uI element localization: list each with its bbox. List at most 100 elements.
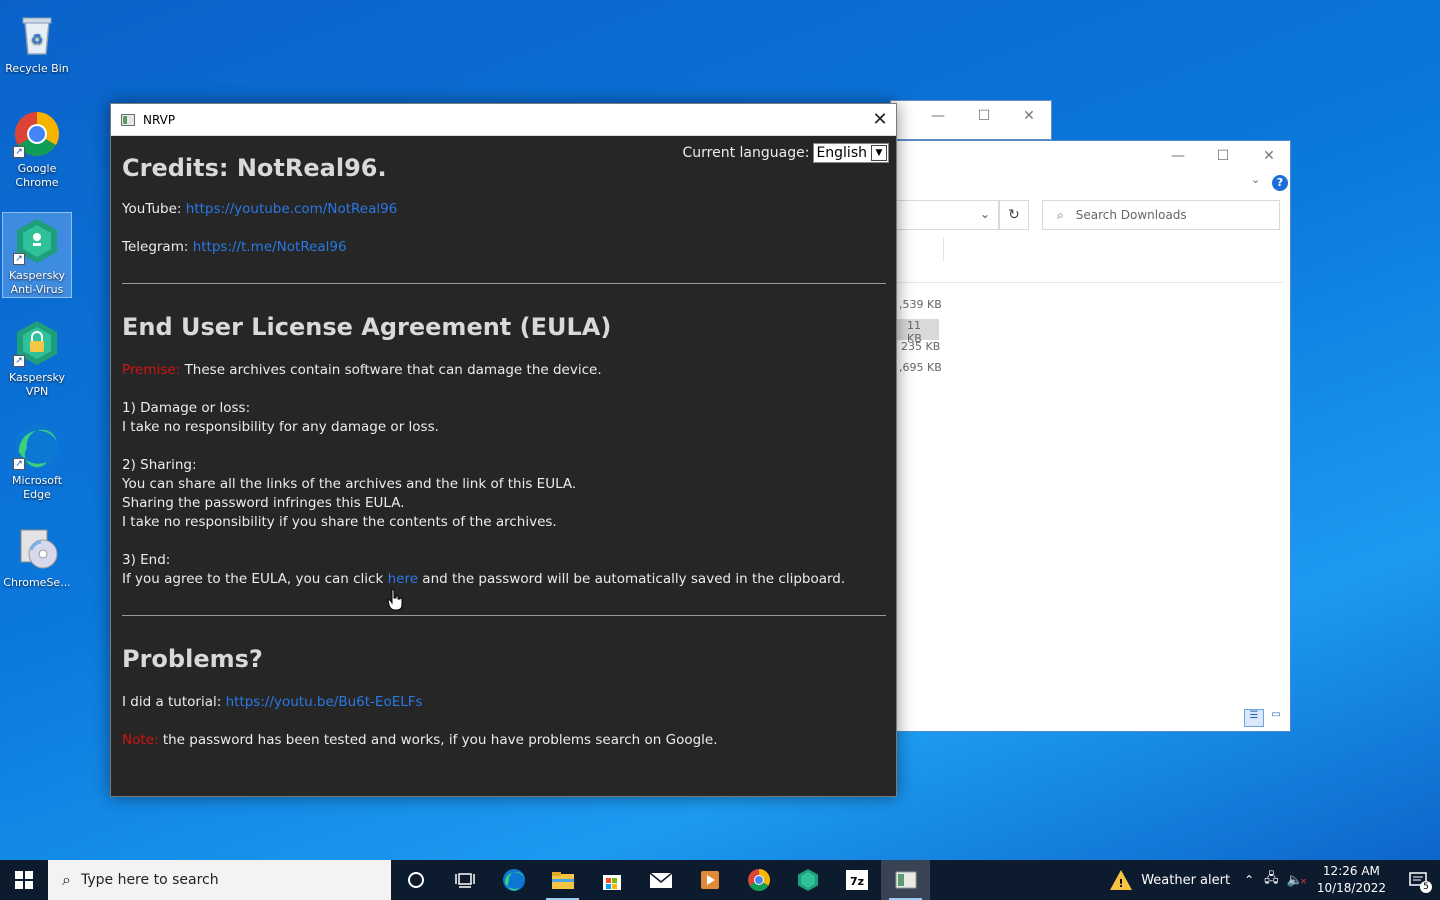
desktop-icon-recycle-bin[interactable]: ♻ Recycle Bin xyxy=(2,6,72,76)
kaspersky-taskbar-icon[interactable] xyxy=(783,860,832,900)
section-damage-text: I take no responsibility for any damage … xyxy=(122,419,439,435)
divider xyxy=(122,615,886,616)
chrome-taskbar-icon[interactable] xyxy=(734,860,783,900)
desktop-icon-kaspersky-vpn[interactable]: ↗ Kaspersky VPN xyxy=(2,315,72,399)
desktop-icon-google-chrome[interactable]: ↗ Google Chrome xyxy=(2,106,72,190)
window-title: NRVP xyxy=(143,112,176,127)
desktop-icon-chromesetup[interactable]: ChromeSe... xyxy=(2,520,72,590)
edge-taskbar-icon[interactable] xyxy=(489,860,538,900)
clock-date: 10/18/2022 xyxy=(1316,881,1386,895)
minimize-icon[interactable]: — xyxy=(1155,141,1201,171)
section-damage-title: 1) Damage or loss: xyxy=(122,400,251,416)
search-downloads-box[interactable]: ⌕ Search Downloads xyxy=(1042,200,1280,230)
maximize-icon[interactable]: ☐ xyxy=(1200,141,1246,171)
desktop-icon-label: Kaspersky VPN xyxy=(9,371,65,398)
task-view-icon[interactable] xyxy=(440,860,489,900)
telegram-link[interactable]: https://t.me/NotReal96 xyxy=(193,239,347,255)
close-icon[interactable]: ✕ xyxy=(1006,101,1052,131)
chevron-down-icon[interactable]: ▼ xyxy=(871,145,887,161)
kaspersky-antivirus-icon: ↗ xyxy=(13,217,61,265)
note-label: Note: xyxy=(122,732,159,748)
nrvp-window[interactable]: NRVP ✕ Current language: English ▼ Credi… xyxy=(110,103,897,797)
note-text: the password has been tested and works, … xyxy=(162,732,718,748)
search-placeholder: Type here to search xyxy=(80,872,219,888)
taskbar: ⌕ Type here to search 7z ! Weather alert… xyxy=(0,860,1440,900)
nrvp-taskbar-icon[interactable] xyxy=(881,860,930,900)
network-icon[interactable]: 🖧 xyxy=(1260,869,1283,891)
shortcut-arrow-icon: ↗ xyxy=(13,355,25,367)
nrvp-content: Current language: English ▼ Credits: Not… xyxy=(111,136,896,796)
file-explorer-icon[interactable] xyxy=(538,860,587,900)
copy-password-link[interactable]: here xyxy=(388,571,418,587)
weather-label: Weather alert xyxy=(1141,872,1231,888)
volume-muted-icon[interactable]: 🔈 ✕ xyxy=(1283,873,1307,888)
clock[interactable]: 12:26 AM 10/18/2022 xyxy=(1307,863,1396,897)
svg-text:!: ! xyxy=(1119,877,1124,890)
desktop-icon-label: Google Chrome xyxy=(15,162,59,189)
tutorial-label: I did a tutorial: xyxy=(122,694,222,710)
desktop-icon-label: Microsoft Edge xyxy=(11,474,63,501)
start-button[interactable] xyxy=(0,860,48,900)
system-tray: ! Weather alert ⌃ 🖧 🔈 ✕ 12:26 AM 10/18/20… xyxy=(1101,860,1440,900)
chevron-up-icon[interactable]: ⌃ xyxy=(1238,873,1260,887)
search-placeholder: Search Downloads xyxy=(1075,208,1187,222)
desktop-icon-label: ChromeSe... xyxy=(3,576,71,589)
language-select[interactable]: English ▼ xyxy=(813,143,889,163)
minimize-icon[interactable]: — xyxy=(915,101,961,131)
header-divider xyxy=(891,282,1283,283)
hand-cursor-icon xyxy=(387,588,403,611)
section-end-title: 3) End: xyxy=(122,552,171,568)
file-size-cell: ,539 KB xyxy=(899,298,942,311)
premise-label: Premise: xyxy=(122,362,181,378)
address-bar[interactable]: ⌄ xyxy=(891,200,999,230)
telegram-row: Telegram: https://t.me/NotReal96 xyxy=(122,238,886,257)
desktop-icon-microsoft-edge[interactable]: ↗ Microsoft Edge xyxy=(2,418,72,502)
desktop-icon-label: Recycle Bin xyxy=(5,62,69,75)
chrome-icon: ↗ xyxy=(13,110,61,158)
notification-center-icon[interactable]: 5 xyxy=(1396,860,1440,900)
cortana-icon[interactable] xyxy=(391,860,440,900)
tutorial-link[interactable]: https://youtu.be/Bu6t-EoELFs xyxy=(226,694,423,710)
search-icon: ⌕ xyxy=(62,870,71,889)
file-size-cell: 235 KB xyxy=(901,340,941,353)
edge-icon: ↗ xyxy=(13,422,61,470)
shortcut-arrow-icon: ↗ xyxy=(13,253,25,265)
taskbar-search-box[interactable]: ⌕ Type here to search xyxy=(48,860,391,900)
desktop-icon-label: Kaspersky Anti-Virus xyxy=(9,269,65,296)
refresh-icon[interactable]: ↻ xyxy=(999,200,1029,230)
close-icon[interactable]: ✕ xyxy=(864,104,896,135)
file-size-cell: 11 KB xyxy=(891,319,939,345)
svg-text:7z: 7z xyxy=(849,875,863,888)
7zip-icon[interactable]: 7z xyxy=(832,860,881,900)
problems-heading: Problems? xyxy=(122,645,263,673)
details-view-icon[interactable]: ☰ xyxy=(1244,709,1264,727)
large-icons-view-icon[interactable]: ▭ xyxy=(1267,709,1285,727)
notification-badge: 5 xyxy=(1420,881,1432,893)
section-sharing-line: I take no responsibility if you share th… xyxy=(122,514,557,530)
language-label: Current language: xyxy=(682,145,810,161)
divider xyxy=(122,283,886,284)
column-divider xyxy=(943,237,944,261)
background-window-back[interactable]: — ☐ ✕ xyxy=(890,100,1052,140)
language-selector: Current language: English ▼ xyxy=(682,143,889,163)
address-dropdown-icon[interactable]: ⌄ xyxy=(980,207,990,221)
premise-text: These archives contain software that can… xyxy=(184,362,602,378)
youtube-label: YouTube: xyxy=(122,201,182,217)
help-icon[interactable]: ? xyxy=(1272,175,1288,191)
windows-logo-icon xyxy=(15,871,33,889)
weather-alert-icon: ! xyxy=(1110,870,1133,890)
maximize-icon[interactable]: ☐ xyxy=(961,101,1007,131)
microsoft-store-icon[interactable] xyxy=(587,860,636,900)
close-icon[interactable]: ✕ xyxy=(1246,141,1292,171)
mail-icon[interactable] xyxy=(636,860,685,900)
kaspersky-vpn-icon: ↗ xyxy=(13,319,61,367)
media-player-icon[interactable] xyxy=(685,860,734,900)
recycle-bin-icon: ♻ xyxy=(13,10,61,58)
search-icon: ⌕ xyxy=(1057,207,1064,222)
weather-widget[interactable]: ! Weather alert xyxy=(1101,869,1238,891)
chevron-down-icon[interactable]: ⌄ xyxy=(1251,173,1260,186)
explorer-window-downloads[interactable]: — ☐ ✕ ⌄ ? ⌄ ↻ ⌕ Search Downloads ,539 KB… xyxy=(890,140,1291,732)
desktop-icon-kaspersky-antivirus[interactable]: ↗ Kaspersky Anti-Virus xyxy=(2,212,72,298)
title-bar[interactable]: NRVP ✕ xyxy=(111,104,896,136)
youtube-link[interactable]: https://youtube.com/NotReal96 xyxy=(186,201,398,217)
